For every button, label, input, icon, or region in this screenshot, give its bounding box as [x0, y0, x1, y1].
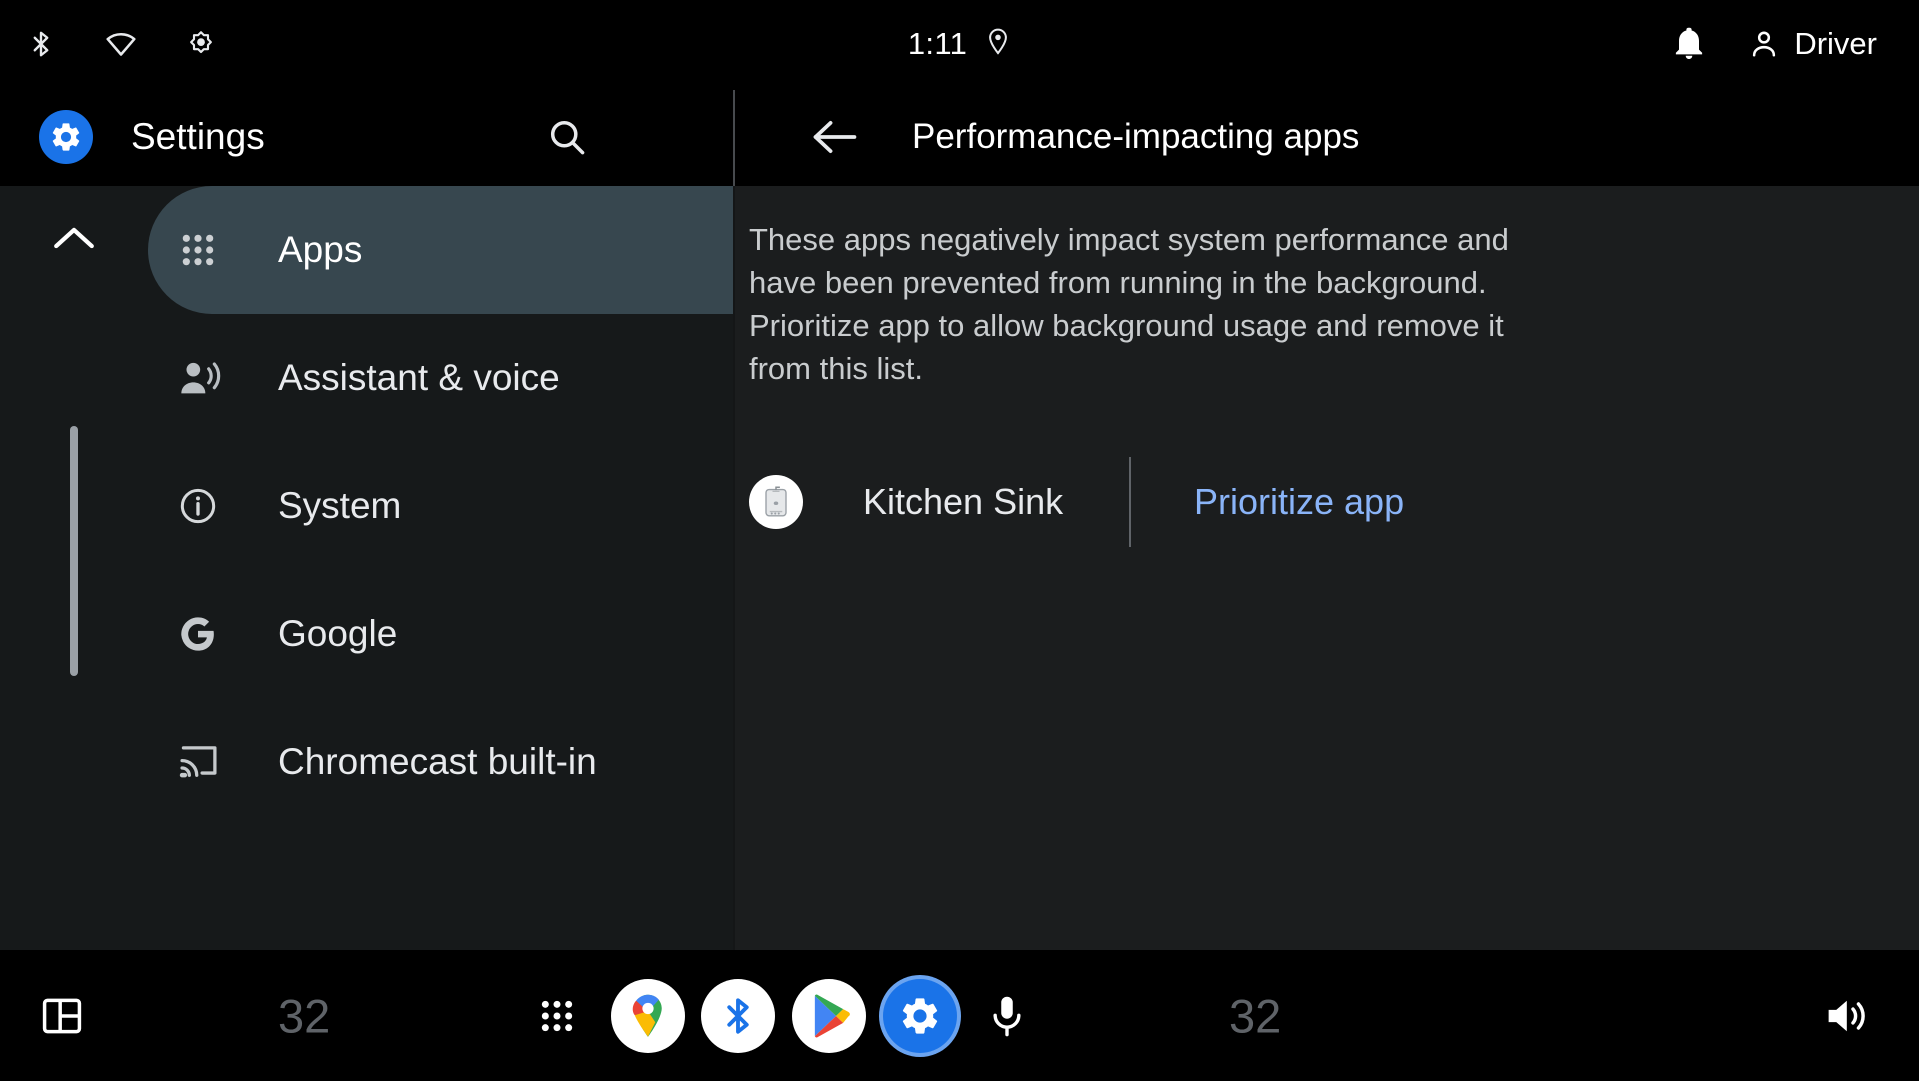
sidebar-item-apps[interactable]: Apps: [148, 186, 733, 314]
settings-header-left: Settings: [0, 88, 735, 186]
app-name-label: Kitchen Sink: [863, 481, 1064, 522]
app-header-bar: Settings Performance-impacting apps: [0, 88, 1919, 186]
assistant-voice-icon: [178, 358, 234, 398]
settings-app-icon[interactable]: [883, 978, 957, 1053]
google-g-icon: [178, 614, 234, 654]
sidebar-item-label: System: [278, 485, 402, 526]
sidebar-item-label: Chromecast built-in: [278, 741, 597, 782]
user-profile-button[interactable]: Driver: [1748, 26, 1877, 62]
bluetooth-app-icon[interactable]: [701, 978, 775, 1053]
sidebar-item-assistant-voice[interactable]: Assistant & voice: [148, 314, 733, 442]
info-circle-icon: [178, 486, 234, 526]
play-store-app-icon[interactable]: [792, 978, 866, 1053]
location-pin-icon: [985, 28, 1011, 60]
settings-gear-icon: [39, 110, 93, 164]
sidebar-item-list: Apps Assistant & voice System Google Chr…: [148, 186, 733, 826]
bottom-navigation-bar: 32 32: [0, 950, 1919, 1081]
user-name-label: Driver: [1794, 26, 1877, 61]
status-bar-center-group: 1:11: [0, 0, 1919, 88]
temperature-right[interactable]: 32: [1229, 988, 1281, 1043]
notification-bell-icon[interactable]: [1674, 27, 1704, 61]
sidebar-item-label: Google: [278, 613, 398, 654]
maps-app-icon[interactable]: [611, 978, 685, 1053]
dashboard-split-icon[interactable]: [40, 994, 84, 1038]
back-arrow-icon[interactable]: [805, 107, 865, 167]
prioritize-app-button[interactable]: Prioritize app: [1194, 481, 1404, 523]
scroll-up-button[interactable]: [44, 212, 104, 264]
sidebar-item-label: Apps: [278, 229, 363, 270]
search-icon[interactable]: [539, 109, 595, 165]
detail-page-title: Performance-impacting apps: [912, 117, 1360, 156]
page-title: Settings: [131, 116, 265, 157]
performance-app-row: Kitchen Sink Prioritize app: [749, 449, 1799, 555]
sidebar-item-google[interactable]: Google: [148, 570, 733, 698]
status-bar: 1:11 Driver: [0, 0, 1919, 88]
user-avatar-icon: [1748, 28, 1780, 60]
detail-header-right: Performance-impacting apps: [735, 88, 1359, 186]
microphone-icon[interactable]: [990, 994, 1024, 1038]
detail-pane: These apps negatively impact system perf…: [735, 186, 1919, 950]
temperature-left[interactable]: 32: [278, 988, 330, 1043]
status-bar-right-group: Driver: [1674, 0, 1919, 88]
apps-grid-icon: [178, 230, 234, 270]
settings-sidebar: Apps Assistant & voice System Google Chr…: [0, 186, 733, 950]
apps-grid-icon[interactable]: [537, 996, 577, 1036]
content-area: Apps Assistant & voice System Google Chr…: [0, 186, 1919, 950]
sidebar-item-label: Assistant & voice: [278, 357, 560, 398]
description-text: These apps negatively impact system perf…: [749, 222, 1509, 386]
kitchen-sink-app-icon: [749, 475, 803, 529]
cast-icon: [178, 743, 234, 781]
row-divider: [1129, 457, 1131, 547]
volume-up-icon[interactable]: [1823, 996, 1867, 1036]
sidebar-item-chromecast[interactable]: Chromecast built-in: [148, 698, 733, 826]
clock-time: 1:11: [907, 26, 968, 61]
sidebar-item-system[interactable]: System: [148, 442, 733, 570]
sidebar-scrollbar-thumb[interactable]: [70, 426, 78, 676]
